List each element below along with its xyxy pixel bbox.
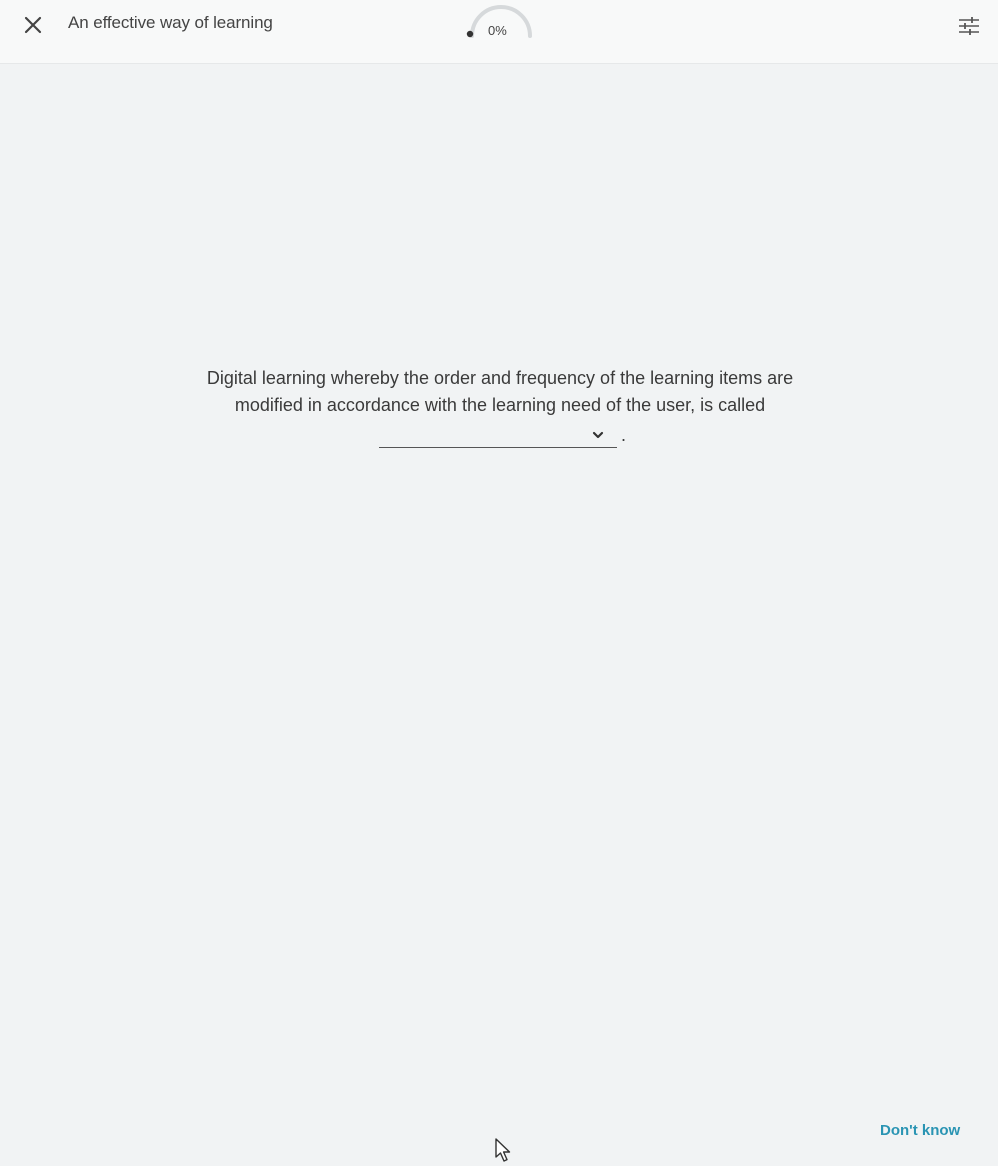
sliders-icon (959, 17, 979, 35)
question-text: Digital learning whereby the order and f… (100, 365, 900, 419)
question-line-2: modified in accordance with the learning… (234, 395, 766, 415)
question-period: . (621, 425, 627, 445)
progress-percent: 0% (488, 23, 507, 38)
mouse-cursor-icon (495, 1138, 511, 1162)
settings-button[interactable] (956, 13, 982, 39)
dont-know-button[interactable]: Don't know (880, 1122, 960, 1139)
top-bar: An effective way of learning 0% (0, 0, 998, 64)
close-button[interactable] (20, 12, 46, 38)
answer-dropdown[interactable] (379, 424, 617, 448)
close-icon (24, 16, 42, 34)
chevron-down-icon (591, 428, 605, 442)
progress-indicator: 0% (460, 0, 540, 44)
course-title: An effective way of learning (68, 13, 273, 32)
question-line-1: Digital learning whereby the order and f… (206, 368, 794, 388)
